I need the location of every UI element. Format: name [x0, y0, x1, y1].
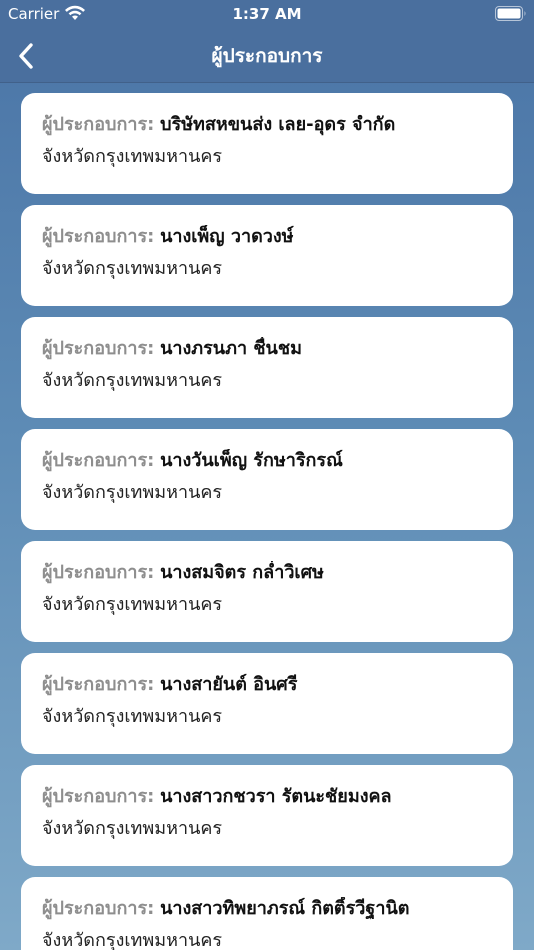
operator-province: จังหวัดกรุงเทพมหานคร [42, 258, 223, 279]
chevron-left-icon [19, 43, 33, 69]
operator-province: จังหวัดกรุงเทพมหานคร [42, 930, 223, 950]
operator-label: ผู้ประกอบการ: [42, 898, 155, 919]
operator-label: ผู้ประกอบการ: [42, 114, 155, 135]
navigation-bar: ผู้ประกอบการ [0, 30, 534, 83]
operator-list: ผู้ประกอบการ: บริษัทสหขนส่ง เลย-อุดร จำก… [0, 83, 534, 950]
operator-name: บริษัทสหขนส่ง เลย-อุดร จำกัด [160, 114, 396, 135]
operator-label: ผู้ประกอบการ: [42, 338, 155, 359]
operator-line: ผู้ประกอบการ: นางภรนภา ชื่นชม [42, 337, 493, 361]
operator-card[interactable]: ผู้ประกอบการ: นางเพ็ญ วาดวงษ์ จังหวัดกรุ… [21, 205, 513, 306]
operator-line: ผู้ประกอบการ: นางสมจิตร กล่ำวิเศษ [42, 561, 493, 585]
operator-label: ผู้ประกอบการ: [42, 450, 155, 471]
operator-name: นางสายันต์ อินศรี [160, 674, 298, 695]
operator-line: ผู้ประกอบการ: นางสาวทิพยาภรณ์ กิตติ์รวีฐ… [42, 897, 493, 921]
operator-label: ผู้ประกอบการ: [42, 562, 155, 583]
operator-province: จังหวัดกรุงเทพมหานคร [42, 370, 223, 391]
operator-province: จังหวัดกรุงเทพมหานคร [42, 146, 223, 167]
operator-card[interactable]: ผู้ประกอบการ: บริษัทสหขนส่ง เลย-อุดร จำก… [21, 93, 513, 194]
operator-line: ผู้ประกอบการ: นางสาวกชวรา รัตนะชัยมงคล [42, 785, 493, 809]
operator-label: ผู้ประกอบการ: [42, 226, 155, 247]
operator-card[interactable]: ผู้ประกอบการ: นางสายันต์ อินศรี จังหวัดก… [21, 653, 513, 754]
status-time: 1:37 AM [232, 5, 302, 23]
operator-card[interactable]: ผู้ประกอบการ: นางภรนภา ชื่นชม จังหวัดกรุ… [21, 317, 513, 418]
operator-label: ผู้ประกอบการ: [42, 674, 155, 695]
operator-card[interactable]: ผู้ประกอบการ: นางสาวกชวรา รัตนะชัยมงคล จ… [21, 765, 513, 866]
operator-name: นางเพ็ญ วาดวงษ์ [160, 226, 294, 247]
operator-label: ผู้ประกอบการ: [42, 786, 155, 807]
back-button[interactable] [8, 38, 44, 74]
operator-line: ผู้ประกอบการ: บริษัทสหขนส่ง เลย-อุดร จำก… [42, 113, 493, 137]
operator-province: จังหวัดกรุงเทพมหานคร [42, 594, 223, 615]
operator-line: ผู้ประกอบการ: นางวันเพ็ญ รักษาริกรณ์ [42, 449, 493, 473]
operator-name: นางสมจิตร กล่ำวิเศษ [160, 562, 324, 583]
operator-card[interactable]: ผู้ประกอบการ: นางวันเพ็ญ รักษาริกรณ์ จัง… [21, 429, 513, 530]
operator-name: นางสาวกชวรา รัตนะชัยมงคล [160, 786, 392, 807]
operator-line: ผู้ประกอบการ: นางเพ็ญ วาดวงษ์ [42, 225, 493, 249]
operator-name: นางวันเพ็ญ รักษาริกรณ์ [160, 450, 343, 471]
operator-province: จังหวัดกรุงเทพมหานคร [42, 482, 223, 503]
operator-province: จังหวัดกรุงเทพมหานคร [42, 706, 223, 727]
operator-name: นางภรนภา ชื่นชม [160, 338, 302, 359]
operator-line: ผู้ประกอบการ: นางสายันต์ อินศรี [42, 673, 493, 697]
operator-province: จังหวัดกรุงเทพมหานคร [42, 818, 223, 839]
page-title: ผู้ประกอบการ [211, 45, 323, 67]
battery-icon [495, 6, 526, 21]
operator-card[interactable]: ผู้ประกอบการ: นางสาวทิพยาภรณ์ กิตติ์รวีฐ… [21, 877, 513, 950]
operator-name: นางสาวทิพยาภรณ์ กิตติ์รวีฐานิต [160, 898, 410, 919]
status-bar: Carrier 1:37 AM [0, 0, 534, 30]
operator-card[interactable]: ผู้ประกอบการ: นางสมจิตร กล่ำวิเศษ จังหวั… [21, 541, 513, 642]
